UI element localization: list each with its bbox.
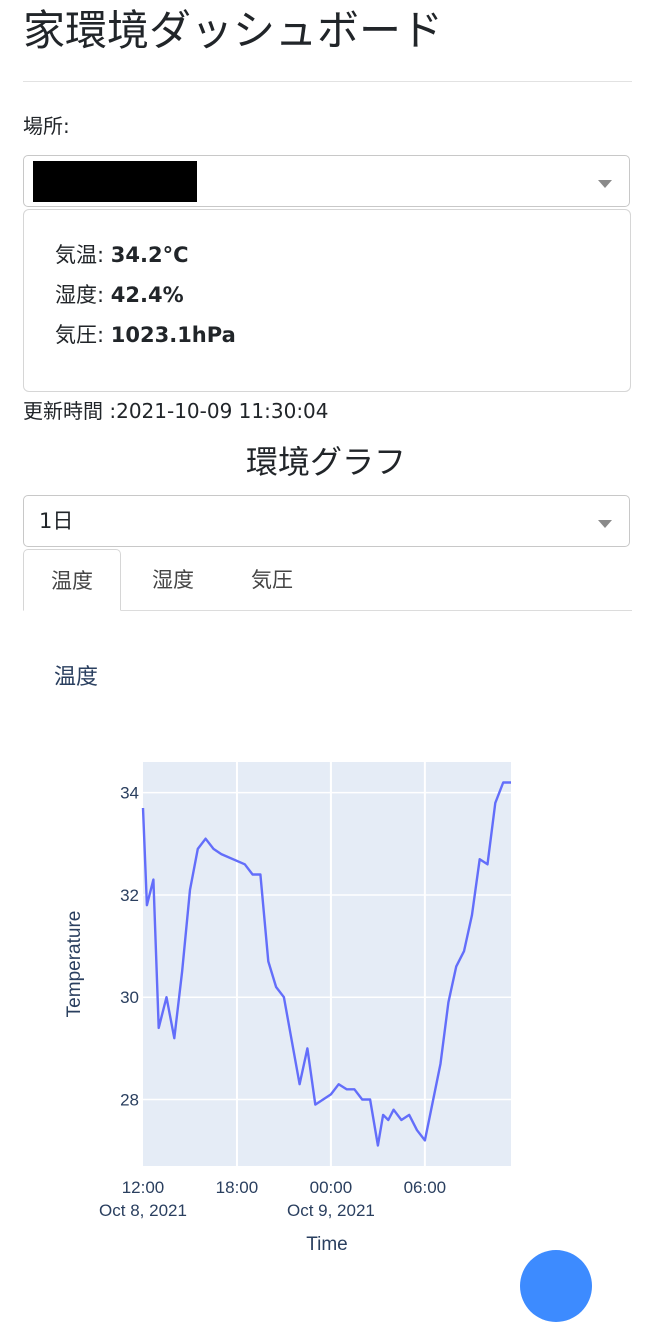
temperature-value: 34.2°C xyxy=(110,243,189,267)
title-divider xyxy=(23,81,632,82)
pressure-value: 1023.1hPa xyxy=(110,323,236,347)
tab-humidity[interactable]: 湿度 xyxy=(131,549,215,611)
current-readings-card: 気温: 34.2°C 湿度: 42.4% 気圧: 1023.1hPa xyxy=(23,209,631,392)
location-label: 場所: xyxy=(23,114,70,138)
floating-action-button[interactable] xyxy=(520,1250,592,1322)
graph-tabs: 温度 湿度 気圧 xyxy=(23,549,632,611)
x-tick-label: 18:00 xyxy=(216,1178,259,1197)
redacted-location-value xyxy=(33,161,197,202)
pressure-label: 気圧: xyxy=(55,323,105,347)
temperature-label: 気温: xyxy=(55,243,105,267)
x-tick-date-label: Oct 8, 2021 xyxy=(99,1201,187,1220)
y-tick-label: 28 xyxy=(120,1091,139,1110)
page-title: 家環境ダッシュボード xyxy=(23,6,444,55)
chart-title: 温度 xyxy=(54,665,99,690)
x-tick-label: 06:00 xyxy=(404,1178,447,1197)
temperature-reading: 気温: 34.2°C xyxy=(55,240,189,270)
y-tick-label: 32 xyxy=(120,886,139,905)
x-tick-date-label: Oct 9, 2021 xyxy=(287,1201,375,1220)
time-range-dropdown[interactable]: 1日 xyxy=(23,495,630,547)
x-tick-label: 12:00 xyxy=(122,1178,165,1197)
updated-time: 更新時間 :2021-10-09 11:30:04 xyxy=(23,399,329,423)
location-dropdown[interactable] xyxy=(23,155,630,207)
x-axis-label: Time xyxy=(306,1234,348,1255)
time-range-value: 1日 xyxy=(39,509,74,533)
temperature-chart: 28 30 32 34 12:00 Oct 8, 2021 18:00 00:00 Oct 9… xyxy=(64,762,511,1255)
humidity-reading: 湿度: 42.4% xyxy=(55,280,184,310)
x-tick-label: 00:00 xyxy=(310,1178,353,1197)
humidity-label: 湿度: xyxy=(55,283,105,307)
tab-temperature[interactable]: 温度 xyxy=(23,549,121,611)
y-tick-label: 34 xyxy=(120,784,139,803)
graph-section-title: 環境グラフ xyxy=(245,443,406,481)
pressure-reading: 気圧: 1023.1hPa xyxy=(55,320,236,350)
y-tick-label: 30 xyxy=(120,988,139,1007)
chevron-down-icon[interactable] xyxy=(598,180,612,188)
plot-area xyxy=(143,762,511,1166)
chevron-down-icon[interactable] xyxy=(598,520,612,528)
tab-pressure[interactable]: 気圧 xyxy=(230,549,314,611)
humidity-value: 42.4% xyxy=(110,283,184,307)
y-axis-label: Temperature xyxy=(64,911,85,1018)
